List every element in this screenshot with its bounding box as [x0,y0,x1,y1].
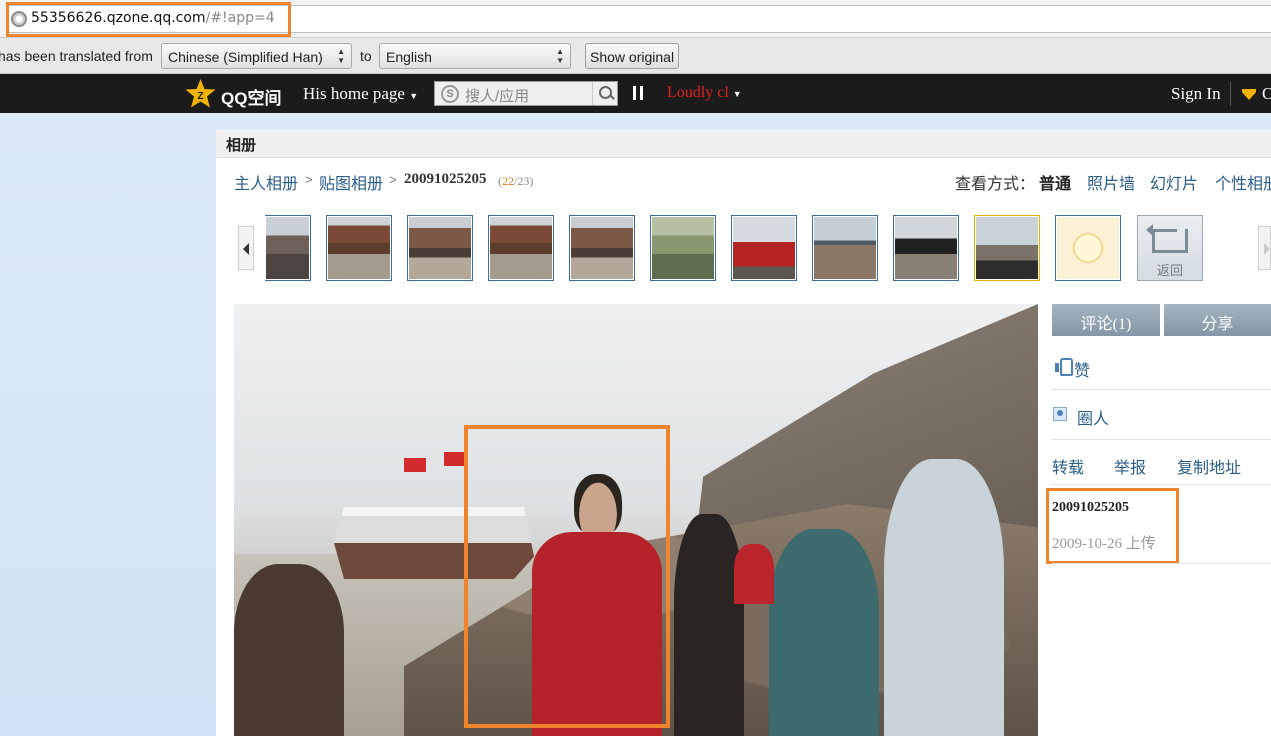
thumbnail-selected[interactable] [974,215,1040,281]
search-placeholder: 搜人/应用 [465,88,530,105]
tag-people-icon[interactable] [1053,407,1067,421]
translate-message: has been translated from [0,48,153,64]
photo-person [234,564,344,736]
like-link[interactable]: 赞 [1074,357,1090,381]
nav-trailing-label[interactable]: O [1262,84,1271,104]
source-language-select[interactable]: Chinese (Simplified Han) ▲ ▼ [161,43,352,69]
thumbnail-image [652,217,714,279]
breadcrumb-owner-albums[interactable]: 主人相册 [234,170,298,194]
thumbs-up-icon[interactable] [1055,358,1073,376]
diamond-icon[interactable] [1242,89,1256,100]
thumbnail-image [814,217,876,279]
photo-flag [404,458,426,472]
share-tab[interactable]: 分享 [1164,304,1271,336]
photo-person [884,459,1004,736]
photo-person [769,529,879,736]
thumbnail-image [976,217,1038,279]
thumbnail-image [328,217,390,279]
person-highlight-box [464,425,670,728]
copy-address-link[interactable]: 复制地址 [1177,454,1241,478]
back-label: 返回 [1156,263,1183,278]
thumbnail-image [490,217,552,279]
return-icon [1146,224,1188,253]
photo-count: (22/23) [498,174,533,189]
report-link[interactable]: 举报 [1114,454,1146,478]
album-section-title: 相册 [226,137,257,154]
thumbnail-next-arrow-icon[interactable] [1258,226,1271,270]
translate-bar: has been translated from Chinese (Simpli… [0,38,1271,74]
select-arrows-icon: ▲ ▼ [337,47,345,65]
his-home-page-menu[interactable]: His home page ▼ [303,84,418,104]
panel-divider [1052,439,1271,440]
view-mode-normal[interactable]: 普通 [1039,170,1071,194]
photo-flag [444,452,466,466]
thumbnail[interactable] [650,215,716,281]
thumbnail-image [266,217,309,279]
search-logo-icon: S [441,85,459,103]
page-top-strip [216,113,1271,129]
thumbnail[interactable] [569,215,635,281]
target-language-value: English [386,49,432,65]
source-language-value: Chinese (Simplified Han) [168,49,323,65]
url-highlight-box [6,2,291,37]
pause-icon[interactable] [633,86,643,100]
loudly-label: Loudly cl [667,84,729,101]
photo-count-total: /23) [514,174,534,188]
page-left-background [0,113,216,736]
album-header [216,129,1271,158]
photo-person [734,544,774,604]
qzone-logo-text[interactable]: QQ空间 [221,84,281,109]
nav-divider [1230,82,1231,106]
photo-person [674,514,744,736]
back-thumbnail[interactable]: 返回 [1137,215,1203,281]
thumbnail-image [409,217,471,279]
breadcrumb-posted-albums[interactable]: 贴图相册 [319,170,383,194]
view-mode-photo-wall[interactable]: 照片墙 [1087,170,1135,194]
chevron-down-icon: ▼ [409,91,419,101]
panel-divider [1052,563,1271,564]
thumbnail[interactable] [326,215,392,281]
breadcrumb-current-album: 20091025205 [404,171,487,187]
view-mode-custom-album[interactable]: 个性相册 [1215,170,1271,194]
breadcrumb-separator: > [305,172,313,187]
tag-people-link[interactable]: 圈人 [1077,405,1109,429]
search-icon[interactable] [592,82,618,105]
target-language-select[interactable]: English ▲ ▼ [379,43,571,69]
svg-text:Z: Z [197,91,203,102]
thumbnail-image [1057,217,1119,279]
thumbnail-prev-arrow-icon[interactable] [238,226,254,270]
thumbnail-image [571,217,633,279]
thumbnail[interactable] [893,215,959,281]
sign-in-link[interactable]: Sign In [1171,84,1221,104]
thumbnail[interactable] [1055,215,1121,281]
panel-divider [1052,389,1271,390]
photo-count-current: 22 [502,174,514,188]
translate-to-label: to [360,48,372,64]
panel-divider [1052,484,1271,485]
show-original-button[interactable]: Show original [585,43,679,69]
thumbnail[interactable] [407,215,473,281]
comment-tab[interactable]: 评论(1) [1052,304,1160,336]
qzone-star-icon[interactable]: Z [185,79,216,108]
view-mode-slideshow[interactable]: 幻灯片 [1150,170,1198,194]
info-highlight-box [1046,488,1179,564]
his-home-page-label: His home page [303,84,405,103]
thumbnail[interactable] [488,215,554,281]
thumbnail[interactable] [265,215,311,281]
view-mode-label: 查看方式： [955,176,1036,193]
thumbnail[interactable] [731,215,797,281]
qq-top-nav: Z QQ空间 His home page ▼ S 搜人/应用 Loudly cl… [0,74,1271,113]
breadcrumb-separator: > [389,172,397,187]
thumbnail[interactable] [812,215,878,281]
select-arrows-icon: ▲ ▼ [556,47,564,65]
thumbnail-image [895,217,957,279]
thumbnail-image [733,217,795,279]
chevron-down-icon: ▼ [732,89,742,99]
loudly-menu[interactable]: Loudly cl ▼ [667,84,742,102]
repost-link[interactable]: 转载 [1052,454,1084,478]
search-box[interactable]: S 搜人/应用 [434,81,618,106]
